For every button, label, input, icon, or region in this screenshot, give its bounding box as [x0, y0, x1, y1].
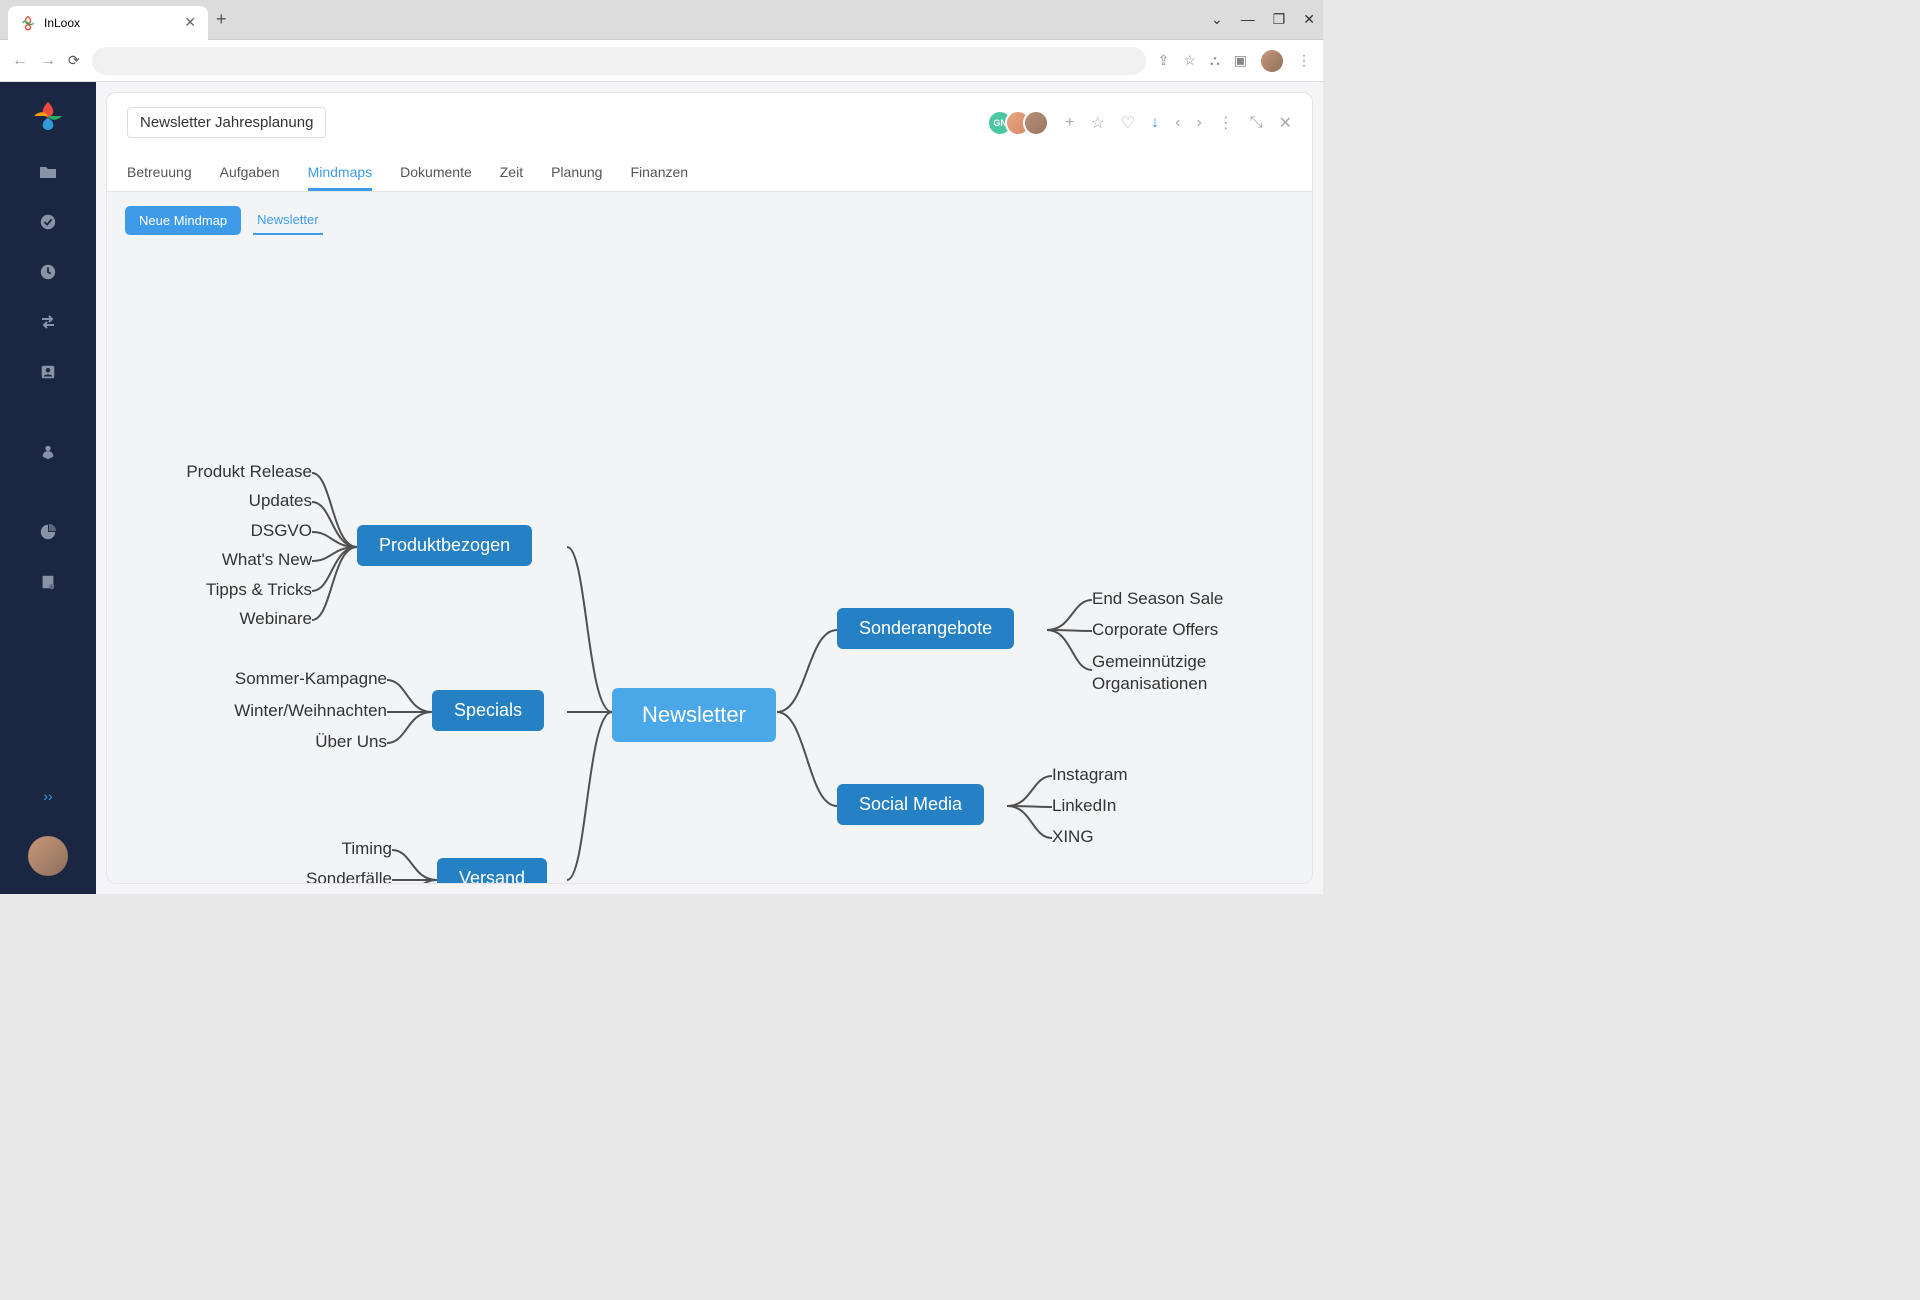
report-icon[interactable]: i: [38, 572, 58, 592]
main-panel: Newsletter Jahresplanung GN + ☆ ♡ ↓ ‹ › …: [96, 82, 1323, 894]
mindmap-canvas[interactable]: Newsletter Produktbezogen Specials Versa…: [107, 252, 1312, 883]
next-icon[interactable]: ›: [1196, 114, 1201, 132]
leaf-item[interactable]: Timing: [342, 839, 392, 859]
project-title[interactable]: Newsletter Jahresplanung: [127, 107, 326, 138]
leaf-item[interactable]: XING: [1052, 827, 1094, 847]
extensions-icon[interactable]: ⛬: [1210, 52, 1220, 69]
tab-mindmaps[interactable]: Mindmaps: [308, 156, 373, 191]
prev-icon[interactable]: ‹: [1175, 114, 1180, 132]
leaf-item[interactable]: Updates: [249, 491, 312, 511]
leaf-item[interactable]: Über Uns: [315, 732, 387, 752]
browser-toolbar: ← → ⟳ ⇪ ☆ ⛬ ▣ ⋮: [0, 40, 1323, 82]
branch-sonderangebote[interactable]: Sonderangebote: [837, 608, 1014, 649]
leaf-label: Gemeinnützige Organisationen: [1092, 651, 1242, 695]
member-avatars[interactable]: GN: [987, 110, 1049, 136]
branch-produktbezogen[interactable]: Produktbezogen: [357, 525, 532, 566]
menu-icon[interactable]: ⋮: [1297, 52, 1311, 69]
browser-tab[interactable]: InLoox ✕: [8, 6, 208, 40]
back-icon[interactable]: ←: [12, 52, 28, 70]
minimize-icon[interactable]: —: [1241, 11, 1255, 28]
project-header: Newsletter Jahresplanung GN + ☆ ♡ ↓ ‹ › …: [106, 92, 1313, 192]
tab-dokumente[interactable]: Dokumente: [400, 156, 472, 191]
maximize-icon[interactable]: ❐: [1273, 11, 1286, 28]
contacts-icon[interactable]: [38, 362, 58, 382]
leaf-item[interactable]: Tipps & Tricks: [206, 580, 312, 600]
folder-icon[interactable]: [38, 162, 58, 182]
more-icon[interactable]: ⋮: [1218, 113, 1234, 133]
person-pin-icon[interactable]: [38, 442, 58, 462]
leaf-item[interactable]: What's New: [222, 550, 312, 570]
panel-icon[interactable]: ▣: [1234, 52, 1247, 69]
branch-versand[interactable]: Versand: [437, 858, 547, 884]
window-controls: ⌄ — ❐ ✕: [1211, 11, 1315, 28]
star-icon[interactable]: ☆: [1090, 113, 1104, 133]
leaf-item[interactable]: End Season Sale: [1092, 589, 1223, 609]
user-avatar[interactable]: [28, 836, 68, 876]
bell-icon[interactable]: ♡: [1121, 113, 1135, 133]
svg-text:i: i: [51, 584, 52, 589]
tab-planung[interactable]: Planung: [551, 156, 602, 191]
forward-icon[interactable]: →: [40, 52, 56, 70]
leaf-item[interactable]: Produkt Release: [186, 462, 312, 482]
sidebar: i ››: [0, 82, 96, 894]
close-panel-icon[interactable]: ✕: [1279, 113, 1292, 133]
mindmap-root[interactable]: Newsletter: [612, 688, 776, 742]
branch-social-media[interactable]: Social Media: [837, 784, 984, 825]
clock-icon[interactable]: [38, 262, 58, 282]
close-window-icon[interactable]: ✕: [1303, 11, 1315, 28]
app-logo[interactable]: [32, 100, 64, 132]
new-mindmap-button[interactable]: Neue Mindmap: [125, 206, 241, 235]
star-icon[interactable]: ☆: [1183, 52, 1196, 69]
subtab-newsletter[interactable]: Newsletter: [253, 206, 322, 235]
download-icon[interactable]: ↓: [1151, 114, 1159, 132]
app-root: i ›› Newsletter Jahresplanung GN + ☆ ♡ ↓…: [0, 82, 1323, 894]
project-tabs: Betreuung Aufgaben Mindmaps Dokumente Ze…: [127, 156, 1292, 191]
tab-finanzen[interactable]: Finanzen: [630, 156, 688, 191]
avatar-badge[interactable]: [1023, 110, 1049, 136]
branch-specials[interactable]: Specials: [432, 690, 544, 731]
leaf-item[interactable]: Winter/Weihnachten: [234, 701, 387, 721]
chevron-down-icon[interactable]: ⌄: [1211, 11, 1223, 28]
tab-zeit[interactable]: Zeit: [500, 156, 523, 191]
check-circle-icon[interactable]: [38, 212, 58, 232]
tab-title: InLoox: [44, 16, 176, 30]
pie-chart-icon[interactable]: [38, 522, 58, 542]
add-member-icon[interactable]: +: [1065, 114, 1074, 132]
leaf-item[interactable]: Instagram: [1052, 765, 1128, 785]
reload-icon[interactable]: ⟳: [68, 52, 80, 69]
leaf-item[interactable]: Gemeinnützige Organisationen: [1092, 651, 1242, 695]
favicon: [20, 15, 36, 31]
collapse-icon[interactable]: ⤡: [1250, 114, 1263, 132]
tab-close-icon[interactable]: ✕: [184, 14, 196, 31]
content-area: Neue Mindmap Newsletter: [106, 192, 1313, 884]
leaf-item[interactable]: Sonderfälle: [306, 869, 392, 884]
leaf-item[interactable]: DSGVO: [251, 521, 312, 541]
browser-profile-avatar[interactable]: [1261, 50, 1283, 72]
tab-aufgaben[interactable]: Aufgaben: [220, 156, 280, 191]
browser-tab-bar: InLoox ✕ + ⌄ — ❐ ✕: [0, 0, 1323, 40]
new-tab-button[interactable]: +: [216, 9, 227, 30]
share-icon[interactable]: ⇪: [1158, 52, 1170, 69]
leaf-item[interactable]: LinkedIn: [1052, 796, 1116, 816]
leaf-item[interactable]: Sommer-Kampagne: [235, 669, 387, 689]
url-bar[interactable]: [92, 47, 1146, 75]
tab-betreuung[interactable]: Betreuung: [127, 156, 192, 191]
leaf-item[interactable]: Webinare: [240, 609, 312, 629]
transfer-icon[interactable]: [38, 312, 58, 332]
expand-sidebar-icon[interactable]: ››: [43, 788, 52, 804]
leaf-item[interactable]: Corporate Offers: [1092, 620, 1218, 640]
